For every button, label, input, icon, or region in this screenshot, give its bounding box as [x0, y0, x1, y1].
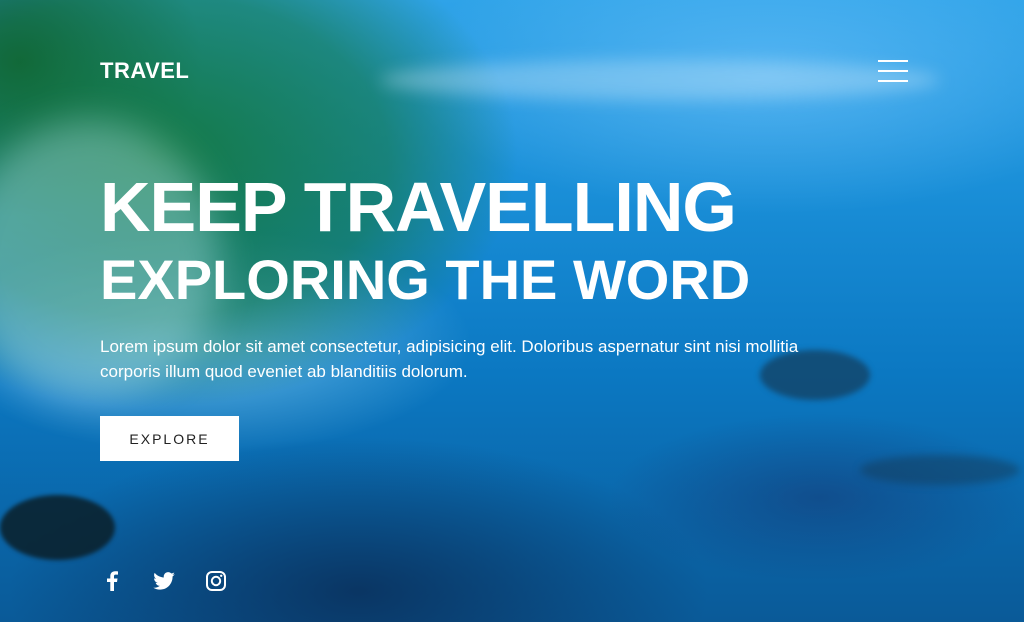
hamburger-menu-button[interactable] [878, 60, 908, 82]
hero-section: TRAVEL KEEP TRAVELLING EXPLORING THE WOR… [0, 0, 1024, 622]
menu-bar [878, 70, 908, 72]
facebook-icon[interactable] [100, 569, 124, 593]
explore-button[interactable]: EXPLORE [100, 416, 239, 461]
hero-title-line-1: KEEP TRAVELLING [100, 168, 737, 246]
instagram-icon[interactable] [204, 569, 228, 593]
hero-title-line-2: EXPLORING THE WORD [100, 248, 751, 311]
hero-description: Lorem ipsum dolor sit amet consectetur, … [100, 337, 799, 381]
background-rock [860, 455, 1020, 485]
menu-bar [878, 60, 908, 62]
background-rock [0, 495, 115, 560]
hero-content: KEEP TRAVELLING EXPLORING THE WORD Lorem… [100, 172, 860, 461]
social-links [100, 569, 228, 593]
site-header: TRAVEL [100, 58, 908, 84]
logo[interactable]: TRAVEL [100, 58, 189, 84]
menu-bar [878, 80, 908, 82]
twitter-icon[interactable] [152, 569, 176, 593]
